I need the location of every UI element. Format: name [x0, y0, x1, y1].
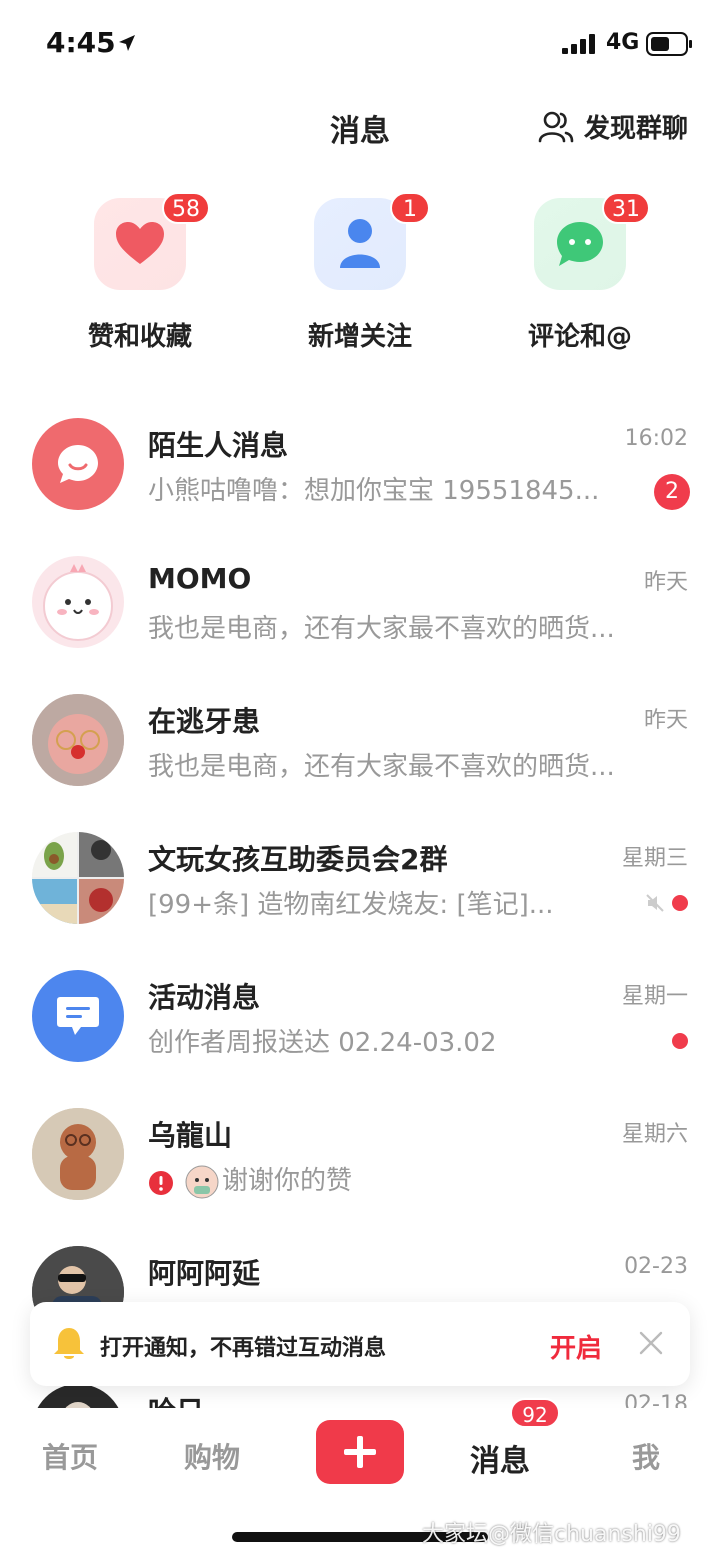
- avatar: [32, 418, 124, 510]
- quick-action-new-followers[interactable]: 1 新增关注: [250, 192, 470, 353]
- conversation-item-activity-messages[interactable]: 活动消息 星期一 创作者周报送达 02.24-03.02: [0, 970, 720, 1108]
- group-collage-icon: [32, 832, 124, 924]
- status-time: 4:45: [46, 26, 116, 59]
- create-post-button[interactable]: [316, 1420, 404, 1484]
- conversation-time: 16:02: [624, 426, 688, 451]
- conversation-time: 02-23: [624, 1254, 688, 1279]
- chat-bubble-icon: [557, 222, 603, 266]
- group-avatar: [32, 832, 124, 924]
- followers-icon-tile: 1: [314, 192, 430, 290]
- likes-badge: 58: [162, 192, 210, 224]
- conversation-item-group-chat[interactable]: 文玩女孩互助委员会2群 星期三 [99+条] 造物南红发烧友: [笔记]...: [0, 832, 720, 970]
- conversation-name: 乌龍山: [148, 1119, 233, 1152]
- avatar: [32, 1108, 124, 1200]
- tab-me[interactable]: 我: [632, 1436, 660, 1476]
- conversation-preview: 谢谢你的赞: [222, 1166, 353, 1196]
- unread-dot: [672, 1033, 688, 1049]
- comments-icon-tile: 31: [534, 192, 650, 290]
- avatar: [32, 694, 124, 786]
- heart-icon: [116, 222, 164, 264]
- tab-shop[interactable]: 购物: [184, 1436, 240, 1476]
- alert-icon: [149, 1171, 173, 1195]
- unread-count-badge: 2: [654, 474, 690, 510]
- conversation-time: 星期三: [621, 846, 688, 871]
- conversation-name: MOMO: [148, 562, 252, 595]
- followers-badge: 1: [390, 192, 430, 224]
- comments-label: 评论和@: [527, 322, 632, 352]
- conversation-time: 星期一: [621, 984, 688, 1009]
- enable-notifications-banner: 打开通知，不再错过互动消息 开启: [30, 1302, 690, 1386]
- tab-messages[interactable]: 消息: [470, 1436, 530, 1480]
- quick-action-likes[interactable]: 58 赞和收藏: [30, 192, 250, 353]
- notice-bubble-icon: [57, 997, 99, 1035]
- conversation-preview: [99+条] 造物南红发烧友: [笔记]...: [148, 890, 554, 920]
- plus-icon: [344, 1436, 376, 1468]
- status-bar: 4:45 4G: [0, 0, 720, 88]
- signal-strength-icon: [562, 34, 595, 54]
- comments-badge: 31: [602, 192, 650, 224]
- conversation-preview: 小熊咕噜噜：想加你宝宝 19551845...: [148, 476, 600, 506]
- portrait-photo-icon: [32, 1384, 124, 1408]
- quick-action-comments[interactable]: 31 评论和@: [470, 192, 690, 353]
- location-arrow-icon: [119, 35, 135, 51]
- bell-icon: [54, 1328, 84, 1359]
- person-icon: [340, 219, 380, 268]
- conversation-preview: 我也是电商，还有大家最不喜欢的晒货...: [148, 752, 615, 782]
- group-people-icon: [538, 111, 574, 142]
- avatar: [32, 1384, 124, 1408]
- avatar: [32, 970, 124, 1062]
- message-bubble-icon: [58, 445, 98, 483]
- likes-icon-tile: 58: [94, 192, 210, 290]
- conversation-item-hari[interactable]: 哈日 02-18: [0, 1384, 720, 1408]
- conversation-name: 文玩女孩互助委员会2群: [148, 843, 448, 876]
- discover-group-chats-button[interactable]: 发现群聊: [538, 108, 688, 145]
- conversation-name: 活动消息: [148, 981, 261, 1014]
- likes-label: 赞和收藏: [87, 322, 192, 352]
- network-type: 4G: [606, 30, 640, 55]
- conversation-name: 阿阿阿延: [148, 1257, 261, 1290]
- conversation-time: 昨天: [643, 570, 688, 595]
- banner-text: 打开通知，不再错过互动消息: [100, 1336, 387, 1361]
- messages-tab-badge: 92: [510, 1398, 560, 1428]
- followers-label: 新增关注: [307, 322, 412, 352]
- close-icon[interactable]: [638, 1330, 664, 1356]
- conversation-name: 在逃牙患: [148, 705, 261, 738]
- conversation-name: 陌生人消息: [148, 429, 289, 462]
- avatar: [32, 556, 124, 648]
- conversation-time: 星期六: [621, 1122, 688, 1147]
- figurine-photo-icon: [32, 1108, 124, 1200]
- enable-notifications-button[interactable]: 开启: [550, 1328, 602, 1365]
- conversation-item-wulongshan[interactable]: 乌龍山 星期六 谢谢你的赞: [0, 1108, 720, 1246]
- photo-avatar-icon: [32, 694, 124, 786]
- unread-dot: [672, 895, 688, 911]
- tab-home[interactable]: 首页: [42, 1436, 98, 1476]
- conversation-item-stranger-messages[interactable]: 陌生人消息 16:02 小熊咕噜噜：想加你宝宝 19551845... 2: [0, 418, 720, 556]
- conversation-time: 昨天: [643, 708, 688, 733]
- conversation-preview: 创作者周报送达 02.24-03.02: [148, 1028, 497, 1058]
- battery-icon: [646, 32, 692, 56]
- sticker-emoji-icon: [185, 1165, 219, 1199]
- conversation-item-zaitao-yahuan[interactable]: 在逃牙患 昨天 我也是电商，还有大家最不喜欢的晒货...: [0, 694, 720, 832]
- conversation-name: 哈日: [148, 1390, 204, 1408]
- conversation-preview: 我也是电商，还有大家最不喜欢的晒货...: [148, 614, 615, 644]
- conversation-time: 02-18: [624, 1392, 688, 1408]
- cartoon-avatar-icon: [43, 564, 113, 641]
- watermark: 大家坛@微信chuanshi99: [422, 1522, 681, 1547]
- discover-label: 发现群聊: [583, 114, 688, 144]
- conversation-item-momo[interactable]: MOMO 昨天 我也是电商，还有大家最不喜欢的晒货...: [0, 556, 720, 694]
- muted-speaker-icon: [646, 894, 664, 912]
